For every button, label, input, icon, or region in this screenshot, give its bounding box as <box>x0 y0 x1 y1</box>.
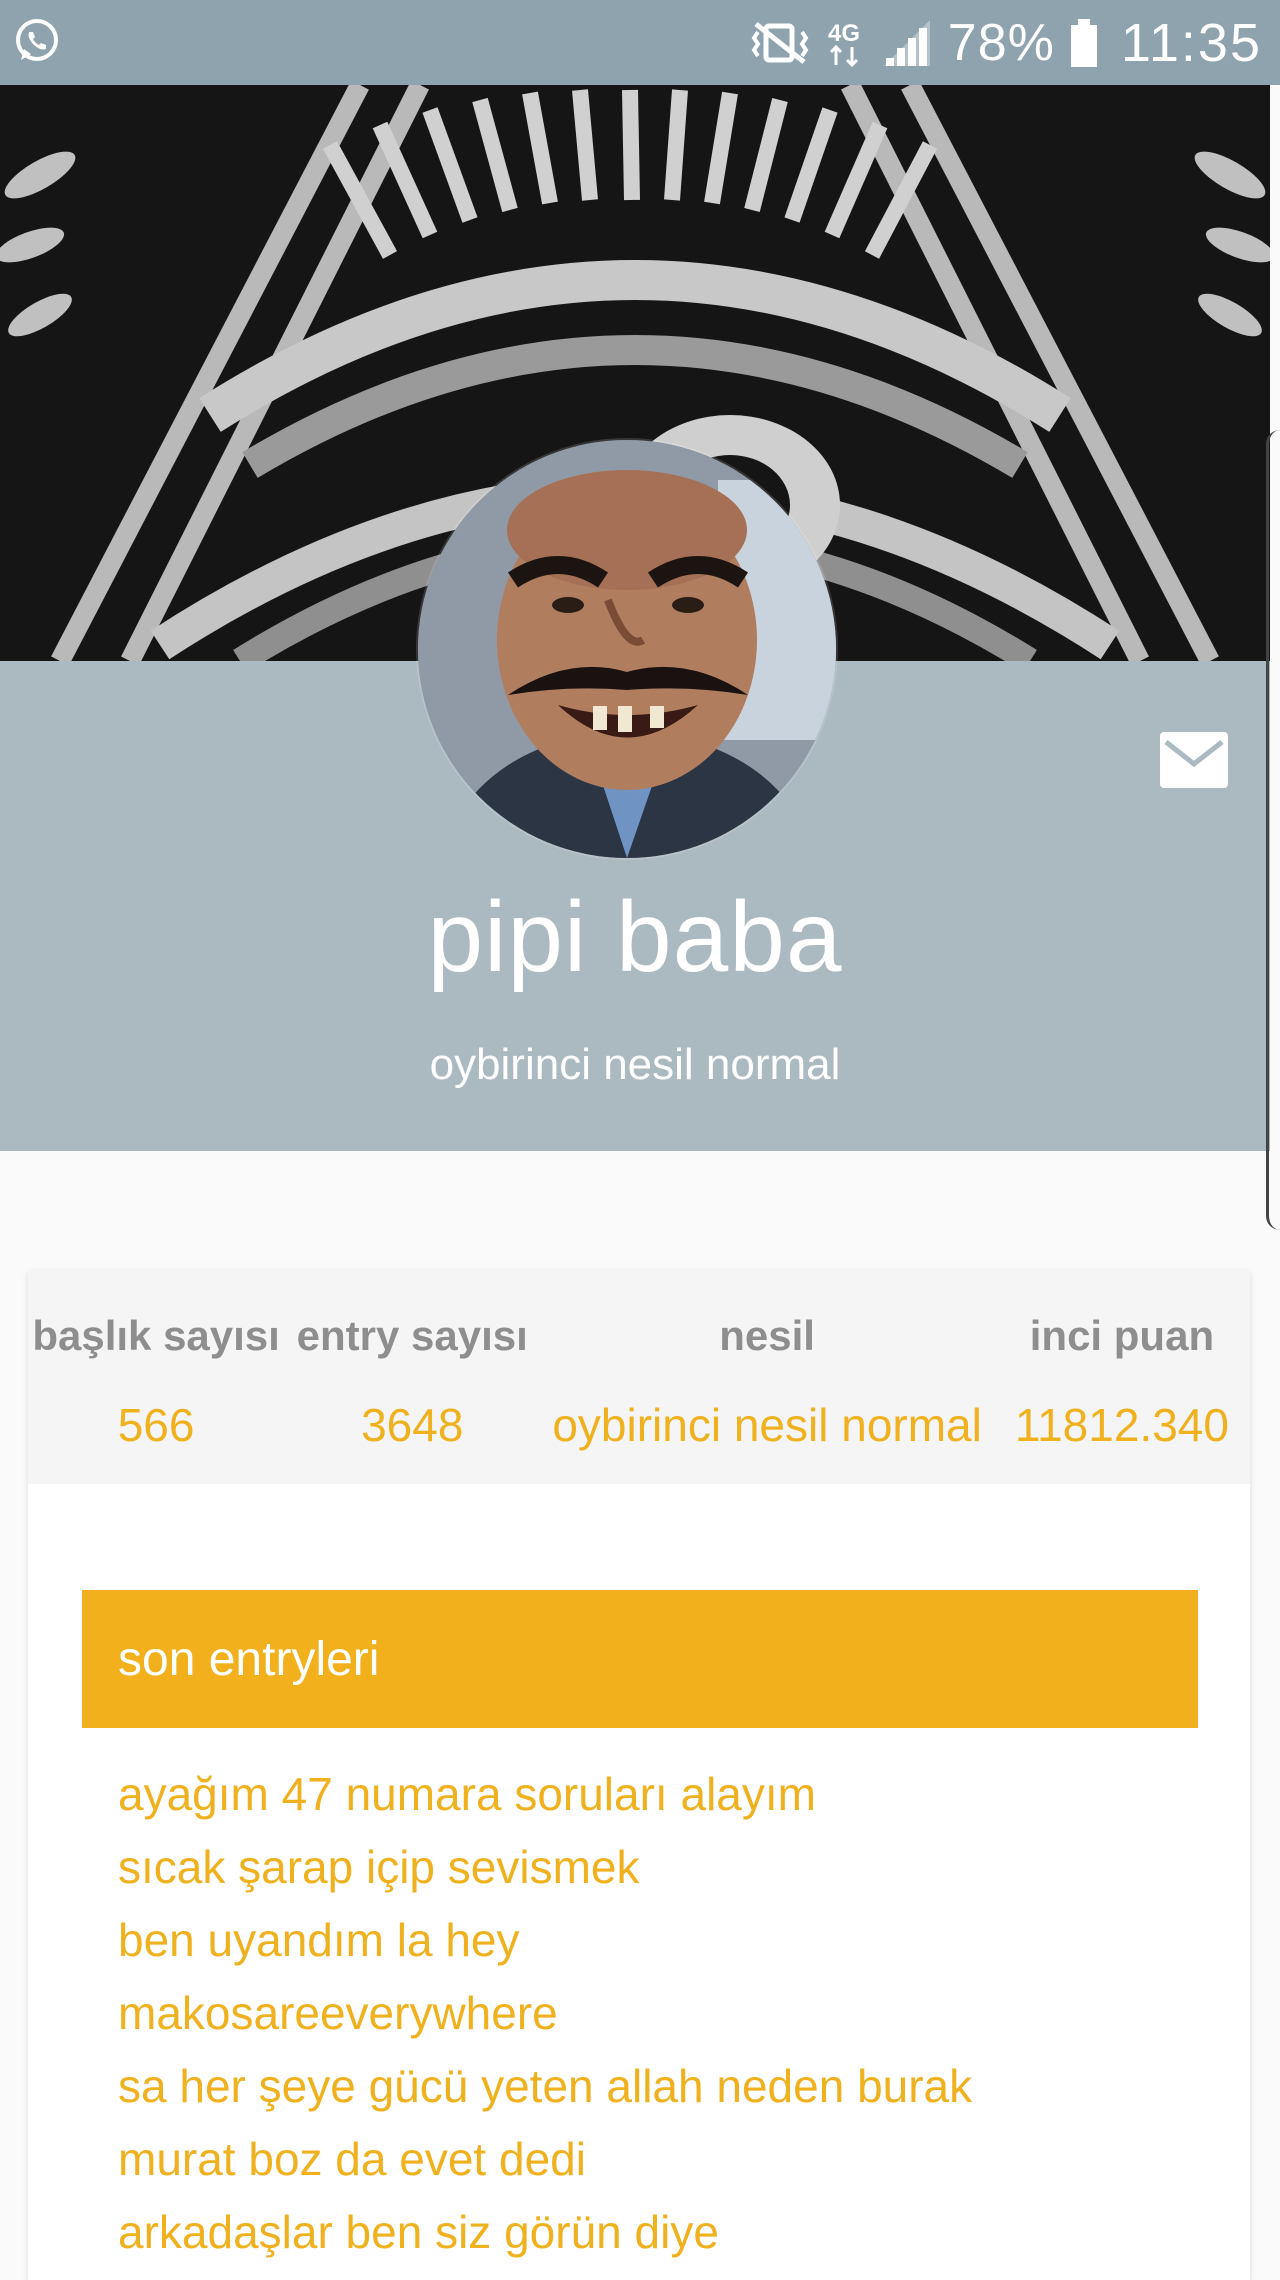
svg-text:4G: 4G <box>828 20 860 47</box>
entry-link[interactable]: sa her şeye gücü yeten allah neden burak <box>118 2050 972 2123</box>
entry-link[interactable]: makosareeverywhere <box>118 1977 972 2050</box>
network-4g-icon: 4G <box>828 20 860 67</box>
username: pipi baba <box>427 881 843 993</box>
stat-topic-count[interactable]: başlık sayısı 566 <box>28 1270 284 1484</box>
stat-points[interactable]: inci puan 11812.340 <box>994 1270 1250 1484</box>
stats-row: başlık sayısı 566 entry sayısı 3648 nesi… <box>28 1270 1250 1484</box>
stat-entry-count[interactable]: entry sayısı 3648 <box>284 1270 540 1484</box>
entry-link[interactable]: ben uyandım la hey <box>118 1904 972 1977</box>
stat-generation[interactable]: nesil oybirinci nesil normal <box>540 1270 994 1484</box>
clock: 11:35 <box>1120 12 1262 73</box>
generation-title: oybirinci nesil normal <box>429 1040 841 1089</box>
stat-value: oybirinci nesil normal <box>552 1399 982 1451</box>
entry-link[interactable]: ayağım 47 numara soruları alayım <box>118 1758 972 1831</box>
profile-card: başlık sayısı 566 entry sayısı 3648 nesi… <box>28 1270 1250 2280</box>
entry-link[interactable]: sıcak şarap içip sevismek <box>118 1831 972 1904</box>
stat-label: başlık sayısı <box>32 1312 280 1359</box>
stat-label: entry sayısı <box>296 1312 528 1359</box>
entry-link[interactable]: murat boz da evet dedi <box>118 2123 972 2196</box>
avatar-photo <box>418 440 836 858</box>
status-bar: 4G 78% 11:35 <box>0 0 1280 85</box>
stat-value: 566 <box>117 1399 195 1451</box>
recent-entries-header: son entryleri <box>82 1590 1198 1728</box>
recent-entries-list: ayağım 47 numara soruları alayım sıcak ş… <box>118 1758 972 2269</box>
stat-value: 3648 <box>361 1399 464 1451</box>
vibrate-mute-icon <box>751 21 809 64</box>
entry-link[interactable]: arkadaşlar ben siz görün diye <box>118 2196 972 2269</box>
scroll-edge <box>1266 430 1280 1230</box>
whatsapp-icon <box>16 19 58 61</box>
stat-value: 11812.340 <box>1014 1399 1229 1451</box>
battery-icon <box>1070 18 1097 67</box>
battery-percent: 78% <box>947 13 1055 72</box>
signal-icon <box>883 19 930 66</box>
envelope-icon[interactable] <box>1158 730 1230 790</box>
avatar[interactable] <box>418 440 836 858</box>
stat-label: nesil <box>719 1312 815 1359</box>
stat-label: inci puan <box>1029 1312 1215 1359</box>
